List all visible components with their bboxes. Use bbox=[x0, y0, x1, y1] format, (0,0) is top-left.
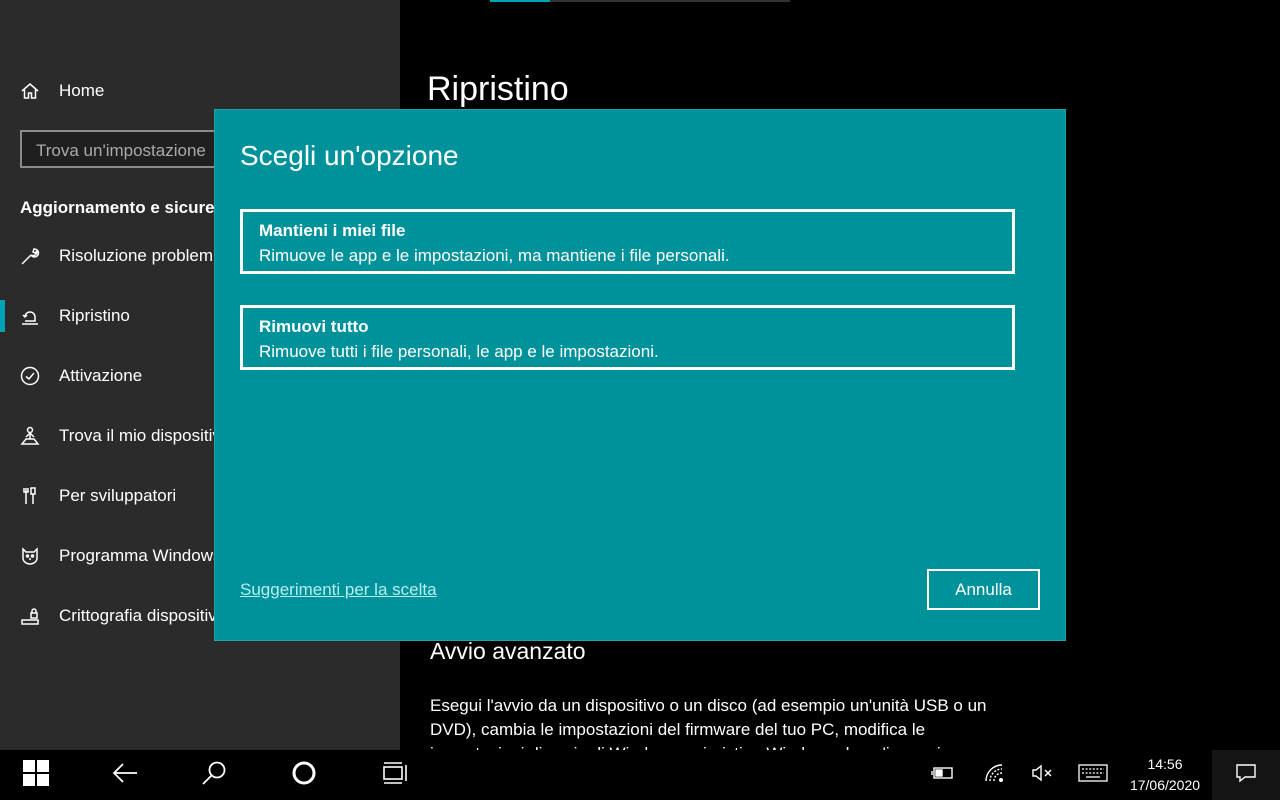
choose-option-dialog: Scegli un'opzione Mantieni i miei file R… bbox=[215, 110, 1065, 640]
sidebar-item-label: Ripristino bbox=[59, 306, 130, 325]
encryption-icon bbox=[20, 606, 40, 626]
top-accent bbox=[490, 0, 550, 2]
search-placeholder: Trova un'impostazione bbox=[36, 141, 206, 160]
volume-muted-icon bbox=[1031, 764, 1053, 787]
option-title: Rimuovi tutto bbox=[259, 317, 369, 336]
keyboard-icon bbox=[1078, 763, 1108, 787]
remove-everything-option[interactable]: Rimuovi tutto Rimuove tutti i file perso… bbox=[240, 305, 1015, 370]
home-icon bbox=[20, 81, 40, 101]
cortana-button[interactable] bbox=[282, 750, 326, 800]
check-circle-icon bbox=[20, 366, 40, 386]
insider-cat-icon bbox=[20, 546, 40, 566]
option-description: Rimuove le app e le impostazioni, ma man… bbox=[259, 246, 730, 265]
volume-indicator[interactable] bbox=[1029, 750, 1055, 800]
recovery-icon bbox=[20, 306, 40, 326]
search-button[interactable] bbox=[192, 750, 236, 800]
advanced-startup-title: Avvio avanzato bbox=[430, 638, 586, 664]
wrench-icon bbox=[20, 246, 40, 266]
cancel-button[interactable]: Annulla bbox=[927, 569, 1040, 610]
battery-charging-icon bbox=[931, 765, 955, 786]
option-description: Rimuove tutti i file personali, le app e… bbox=[259, 342, 659, 361]
battery-indicator[interactable] bbox=[930, 750, 956, 800]
developer-tools-icon bbox=[20, 486, 40, 506]
task-view-icon bbox=[382, 761, 408, 790]
clock-date: 17/06/2020 bbox=[1129, 777, 1201, 793]
section-title: Aggiornamento e sicurezza bbox=[20, 198, 242, 217]
sidebar-item-label: Trova il mio dispositivo bbox=[59, 426, 231, 445]
network-indicator[interactable] bbox=[982, 750, 1008, 800]
windows-logo-icon bbox=[23, 759, 49, 791]
sidebar-item-label: Attivazione bbox=[59, 366, 143, 385]
sidebar-item-home[interactable]: Home bbox=[0, 71, 400, 111]
clock-time: 14:56 bbox=[1147, 756, 1183, 772]
back-button[interactable] bbox=[103, 750, 147, 800]
back-arrow-icon bbox=[111, 761, 139, 790]
help-choosing-link[interactable]: Suggerimenti per la scelta bbox=[240, 580, 437, 600]
taskbar: 14:56 17/06/2020 bbox=[0, 750, 1280, 800]
dialog-title: Scegli un'opzione bbox=[240, 140, 459, 171]
touch-keyboard-button[interactable] bbox=[1076, 750, 1110, 800]
person-location-icon bbox=[20, 426, 40, 446]
start-button[interactable] bbox=[14, 750, 58, 800]
sidebar-item-label: Per sviluppatori bbox=[59, 486, 177, 505]
keep-files-option[interactable]: Mantieni i miei file Rimuove le app e le… bbox=[240, 209, 1015, 274]
action-center-button[interactable] bbox=[1212, 750, 1280, 800]
sidebar-item-label: Home bbox=[59, 81, 105, 100]
wifi-icon bbox=[984, 763, 1006, 788]
search-icon bbox=[201, 760, 227, 791]
notification-icon bbox=[1235, 762, 1257, 789]
task-view-button[interactable] bbox=[373, 750, 417, 800]
advanced-startup-text: Esegui l'avvio da un dispositivo o un di… bbox=[430, 696, 987, 750]
clock[interactable]: 14:56 17/06/2020 bbox=[1120, 754, 1210, 796]
sidebar-item-label: Risoluzione problemi bbox=[59, 246, 217, 265]
cortana-circle-icon bbox=[291, 760, 317, 791]
sidebar-item-label: Crittografia dispositivo bbox=[59, 606, 227, 625]
option-title: Mantieni i miei file bbox=[259, 221, 406, 240]
page-title: Ripristino bbox=[427, 70, 569, 108]
